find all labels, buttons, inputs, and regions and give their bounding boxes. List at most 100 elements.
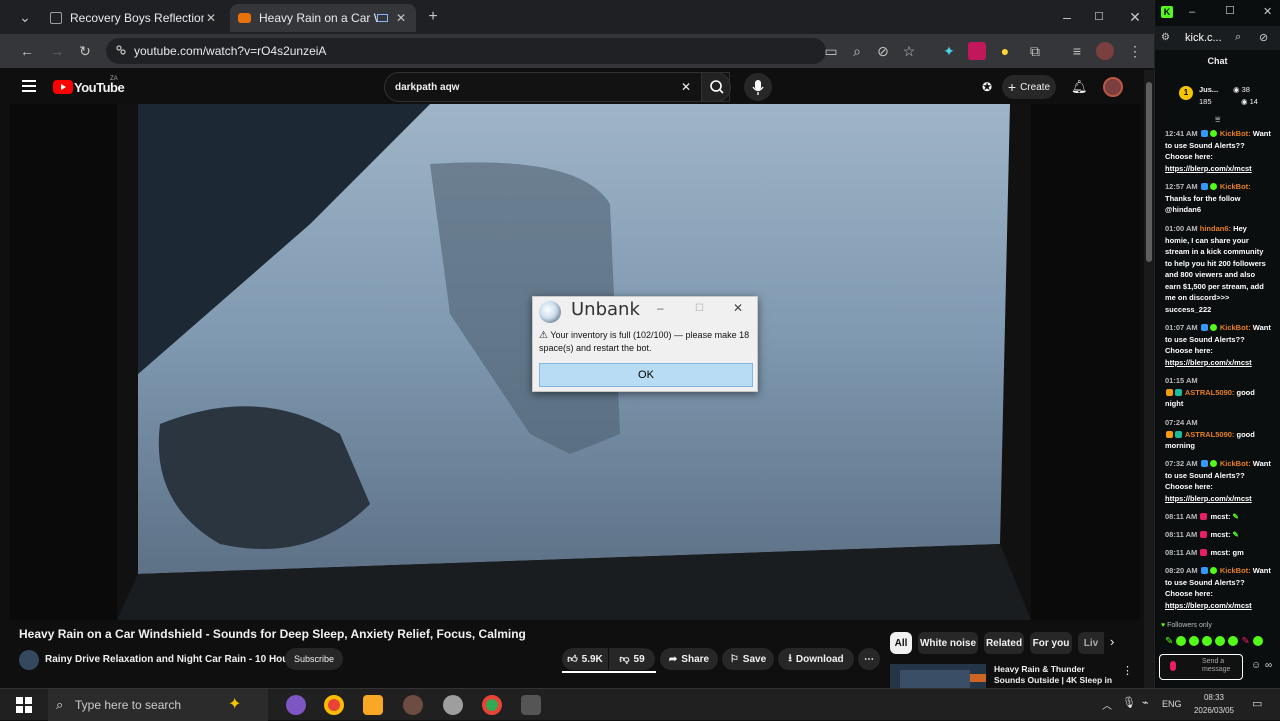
- tab-recovery-boys[interactable]: Recovery Boys Reflection ✕: [42, 4, 226, 32]
- extension-icon[interactable]: [968, 42, 986, 60]
- bell-icon[interactable]: 🔔︎: [1071, 79, 1088, 95]
- dialog-maximize-icon[interactable]: ☐: [695, 303, 704, 314]
- close-tab-icon[interactable]: ✕: [394, 11, 408, 25]
- network-icon[interactable]: ⌁: [1142, 696, 1149, 709]
- kick-eye-off-icon[interactable]: ⊘: [1259, 31, 1268, 44]
- suggested-thumbnail[interactable]: [890, 664, 986, 688]
- chip-live[interactable]: Liv: [1078, 632, 1104, 654]
- avatar[interactable]: [1103, 77, 1123, 97]
- chat-link[interactable]: https://blerp.com/x/mcst: [1165, 601, 1252, 610]
- youtube-logo-icon[interactable]: [53, 80, 73, 94]
- send-icon[interactable]: ∞: [1265, 660, 1272, 671]
- copilot-icon[interactable]: [286, 695, 306, 715]
- emote-icon[interactable]: [1215, 636, 1226, 646]
- dislike-button[interactable]: 👎︎ 59: [609, 648, 655, 670]
- youtube-logo-text[interactable]: YouTube: [74, 80, 125, 95]
- close-tab-icon[interactable]: ✕: [204, 11, 218, 25]
- channel-avatar[interactable]: [19, 650, 39, 670]
- chevron-right-icon[interactable]: ›: [1110, 634, 1114, 649]
- app-icon[interactable]: [443, 695, 463, 715]
- kick-url[interactable]: kick.c...: [1185, 32, 1222, 44]
- maximize-icon[interactable]: ☐: [1090, 8, 1108, 26]
- bookmark-star-icon[interactable]: ☆: [900, 42, 918, 60]
- extension-icon[interactable]: ✦: [940, 42, 958, 60]
- microphone-icon[interactable]: 🎙︎: [1122, 696, 1136, 709]
- back-icon[interactable]: ←: [18, 42, 36, 60]
- emote-bar[interactable]: ✎ ✎: [1165, 636, 1277, 648]
- filter-icon[interactable]: ⩸: [1215, 114, 1220, 125]
- chat-input[interactable]: Send a message: [1159, 654, 1243, 680]
- media-control-icon[interactable]: ≡: [1068, 42, 1086, 60]
- extensions-puzzle-icon[interactable]: ⧉: [1026, 42, 1044, 60]
- app-icon[interactable]: [403, 695, 423, 715]
- windows-start-icon[interactable]: [16, 697, 32, 713]
- kick-close-icon[interactable]: ✕: [1263, 5, 1272, 18]
- site-info-icon[interactable]: [115, 44, 127, 56]
- emote-picker-icon[interactable]: ☺: [1251, 660, 1261, 671]
- hamburger-menu-icon[interactable]: [22, 80, 36, 92]
- notification-center-icon[interactable]: ▭: [1252, 697, 1262, 710]
- chip-all[interactable]: All: [890, 632, 912, 654]
- tab-search-icon[interactable]: ⌄: [16, 8, 34, 26]
- app-icon[interactable]: [521, 695, 541, 715]
- search-button[interactable]: [701, 72, 731, 102]
- menu-kebab-icon[interactable]: ⋮: [1126, 42, 1144, 60]
- emote-icon[interactable]: [1176, 636, 1187, 646]
- chat-link[interactable]: https://blerp.com/x/mcst: [1165, 358, 1252, 367]
- emote-icon[interactable]: ✎: [1241, 636, 1249, 648]
- tab-label: Heavy Rain on a Car Windsh: [259, 11, 377, 25]
- address-bar[interactable]: youtube.com/watch?v=rO4s2unzeiA: [106, 38, 826, 64]
- zoom-icon[interactable]: ⌕: [848, 42, 866, 60]
- close-window-icon[interactable]: ✕: [1126, 8, 1144, 26]
- kick-minimize-icon[interactable]: –: [1189, 6, 1195, 18]
- emote-icon[interactable]: [1202, 636, 1213, 646]
- emote-icon[interactable]: [1228, 636, 1239, 646]
- kick-zoom-icon[interactable]: ⌕: [1235, 31, 1241, 44]
- file-explorer-icon[interactable]: [363, 695, 383, 715]
- emote-icon[interactable]: [1189, 636, 1200, 646]
- suggested-menu-icon[interactable]: ⋮: [1122, 664, 1133, 677]
- chat-link[interactable]: https://blerp.com/x/mcst: [1165, 494, 1252, 503]
- chip-related[interactable]: Related: [984, 632, 1024, 654]
- profile-avatar[interactable]: [1096, 42, 1114, 60]
- taskbar-search[interactable]: ⌕ Type here to search ✦: [48, 689, 268, 721]
- tab-heavy-rain[interactable]: Heavy Rain on a Car Windsh ✕: [230, 4, 416, 32]
- search-input[interactable]: darkpath aqw: [384, 72, 730, 102]
- pinned-user-avatar[interactable]: 1: [1179, 86, 1193, 100]
- extension-icon[interactable]: ●: [996, 42, 1014, 60]
- chip-for-you[interactable]: For you: [1030, 632, 1072, 654]
- create-button[interactable]: + Create: [1002, 75, 1056, 99]
- page-scrollbar[interactable]: [1144, 70, 1154, 688]
- scrollbar-thumb[interactable]: [1146, 82, 1152, 262]
- chip-white-noise[interactable]: White noise: [918, 632, 978, 654]
- new-tab-icon[interactable]: +: [424, 8, 442, 26]
- subscribe-button[interactable]: Subscribe: [285, 648, 343, 670]
- ok-button[interactable]: OK: [539, 363, 753, 387]
- clear-search-icon[interactable]: ✕: [681, 80, 691, 94]
- voice-search-icon[interactable]: [744, 73, 772, 101]
- cast-icon[interactable]: ▭: [822, 42, 840, 60]
- forward-icon[interactable]: →: [48, 42, 66, 60]
- kick-tune-icon[interactable]: ⚙: [1161, 32, 1170, 43]
- channel-name[interactable]: Rainy Drive Relaxation and Night Car Rai…: [45, 654, 298, 665]
- notifications-extension-icon[interactable]: ✪: [982, 80, 992, 94]
- more-actions-icon[interactable]: ⋯: [858, 648, 880, 670]
- emote-icon[interactable]: ✎: [1165, 636, 1173, 648]
- emote-icon[interactable]: [1252, 636, 1263, 646]
- dialog-minimize-icon[interactable]: –: [657, 301, 664, 315]
- language-indicator[interactable]: ENG: [1162, 699, 1182, 709]
- chrome-icon[interactable]: [482, 695, 502, 715]
- clock[interactable]: 08:33 2026/03/05: [1192, 691, 1236, 717]
- share-button[interactable]: ➦ Share: [660, 648, 718, 670]
- like-button[interactable]: 👍︎ 5.9K: [562, 648, 608, 670]
- minimize-icon[interactable]: –: [1058, 8, 1076, 26]
- eye-off-icon[interactable]: ⊘: [874, 42, 892, 60]
- reload-icon[interactable]: ↻: [76, 42, 94, 60]
- tray-chevron-icon[interactable]: ︿: [1102, 697, 1112, 712]
- chrome-icon[interactable]: [324, 695, 344, 715]
- download-button[interactable]: ⭳ Download: [778, 648, 854, 670]
- chat-link[interactable]: https://blerp.com/x/mcst: [1165, 164, 1252, 173]
- kick-maximize-icon[interactable]: ☐: [1225, 4, 1235, 17]
- save-button[interactable]: ⚐ Save: [722, 648, 774, 670]
- dialog-close-icon[interactable]: ✕: [733, 301, 743, 315]
